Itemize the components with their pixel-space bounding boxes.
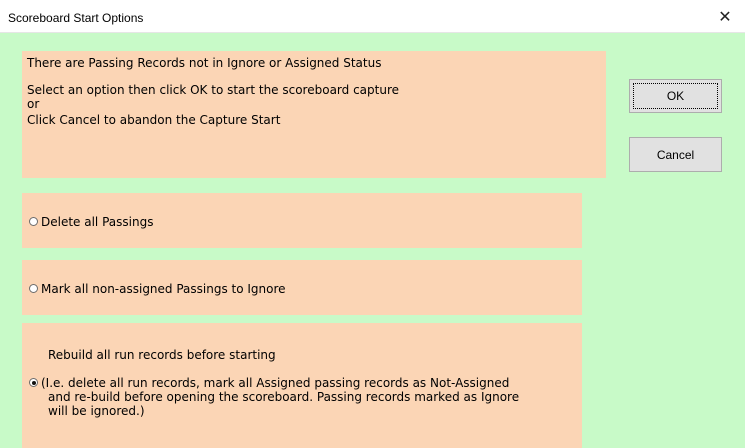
dialog-body: There are Passing Records not in Ignore …	[0, 33, 745, 448]
radio-selected-dot	[31, 380, 36, 385]
radio-delete-all-passings[interactable]	[29, 217, 38, 226]
option-label[interactable]: and re-build before opening the scoreboa…	[48, 390, 519, 404]
message-line: Select an option then click OK to start …	[27, 83, 400, 97]
ok-button[interactable]: OK	[629, 79, 722, 113]
focus-rectangle	[633, 83, 718, 109]
dialog-title-bar[interactable]: Scoreboard Start Options ✕	[0, 0, 745, 33]
message-line: There are Passing Records not in Ignore …	[27, 56, 382, 70]
message-panel: There are Passing Records not in Ignore …	[22, 51, 606, 178]
cancel-button[interactable]: Cancel	[629, 137, 722, 172]
option-panel-mark-ignore: Mark all non-assigned Passings to Ignore	[22, 260, 582, 315]
option-panel-delete-all: Delete all Passings	[22, 193, 582, 248]
option-label[interactable]: Delete all Passings	[41, 215, 153, 229]
radio-mark-ignore[interactable]	[29, 284, 38, 293]
option-panel-rebuild: Rebuild all run records before starting …	[22, 323, 582, 448]
option-label[interactable]: (I.e. delete all run records, mark all A…	[41, 376, 509, 390]
dialog-title: Scoreboard Start Options	[8, 11, 144, 25]
option-label[interactable]: will be ignored.)	[48, 404, 145, 418]
message-line: or	[27, 97, 40, 111]
option-label[interactable]: Mark all non-assigned Passings to Ignore	[41, 282, 286, 296]
close-icon: ✕	[718, 7, 732, 26]
message-line: Click Cancel to abandon the Capture Star…	[27, 113, 281, 127]
radio-rebuild-run-records[interactable]	[29, 378, 38, 387]
option-heading: Rebuild all run records before starting	[48, 348, 276, 362]
cancel-button-label: Cancel	[656, 147, 695, 162]
close-button[interactable]: ✕	[705, 0, 745, 33]
